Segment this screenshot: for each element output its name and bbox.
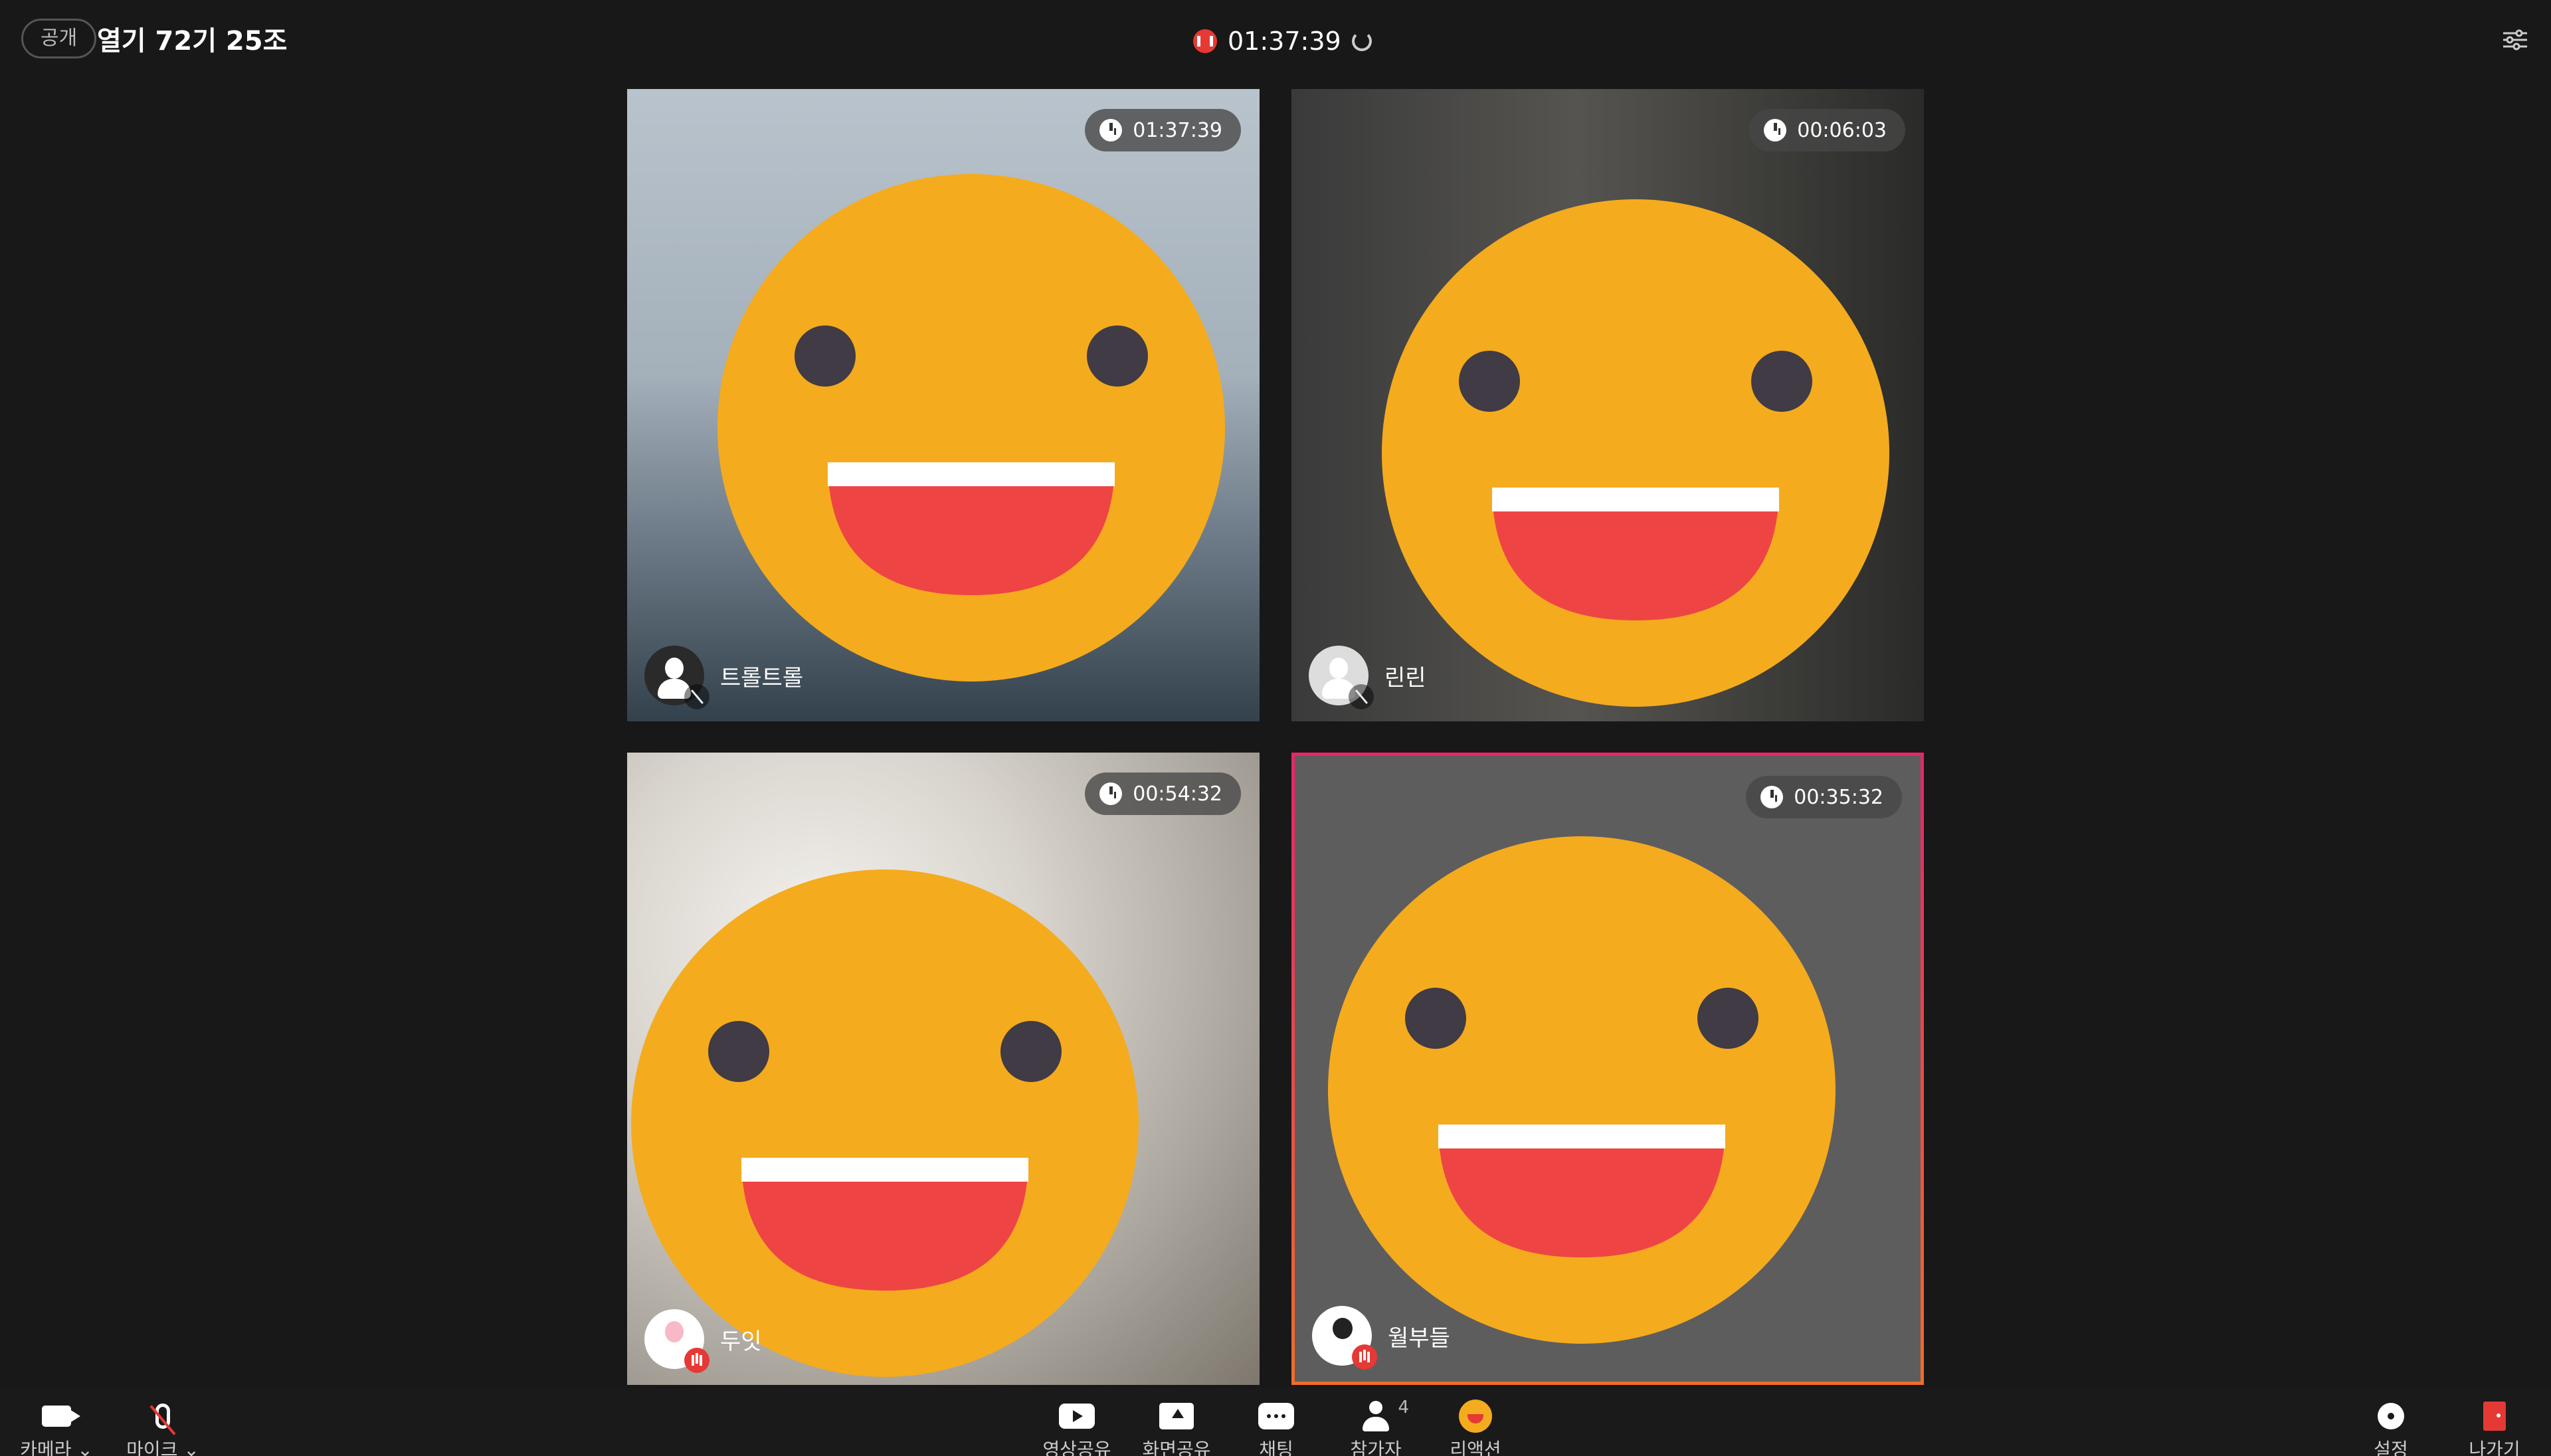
participant-timer-text: 00:54:32 — [1133, 782, 1222, 806]
play-icon — [1059, 1404, 1095, 1429]
camera-label: 카메라 ⌄ — [20, 1439, 93, 1456]
mic-muted-icon — [1349, 684, 1374, 709]
avatar-head-icon — [1333, 1318, 1353, 1339]
participant-timer: 00:54:32 — [1085, 773, 1241, 815]
settings-label: 설정 — [2374, 1439, 2408, 1456]
participant-timer-text: 00:06:03 — [1797, 118, 1887, 142]
camera-button[interactable]: 카메라 ⌄ — [7, 1399, 106, 1456]
leave-label: 나가기 — [2469, 1439, 2520, 1456]
clock-icon — [1099, 119, 1123, 141]
participant-timer: 01:37:39 — [1085, 109, 1241, 151]
participant-timer: 00:06:03 — [1749, 109, 1905, 151]
mic-off-icon — [155, 1404, 170, 1429]
exit-door-icon — [2483, 1402, 2506, 1431]
person-icon — [1360, 1401, 1392, 1431]
avatar-head-icon — [665, 658, 684, 679]
mic-muted-icon — [684, 684, 709, 709]
reaction-button[interactable]: 리액션 — [1426, 1399, 1525, 1456]
screen-share-label: 화면공유 — [1142, 1439, 1211, 1456]
sliders-icon[interactable] — [2502, 27, 2528, 53]
participant-tile-active[interactable]: 00:35:32 월부들 — [1291, 753, 1924, 1385]
participant-info: 린린 — [1309, 646, 1426, 709]
avatar — [644, 646, 709, 709]
participants-button[interactable]: 4 참가자 — [1326, 1398, 1426, 1456]
smiley-face-overlay — [1324, 832, 1840, 1348]
mic-label: 마이크 ⌄ — [126, 1439, 199, 1456]
video-share-label: 영상공유 — [1042, 1439, 1111, 1456]
participants-label: 참가자 — [1350, 1439, 1402, 1456]
top-bar: 공개 열기 72기 25조 01:37:39 — [0, 0, 2551, 83]
clock-icon — [1099, 782, 1123, 805]
participant-timer-text: 00:35:32 — [1794, 785, 1883, 809]
video-share-button[interactable]: 영상공유 — [1027, 1399, 1127, 1456]
participant-tile[interactable]: 00:06:03 린린 — [1291, 89, 1924, 721]
avatar — [644, 1309, 709, 1373]
chat-button[interactable]: 채팅 — [1226, 1399, 1326, 1456]
session-timer-text: 01:37:39 — [1228, 27, 1341, 56]
participant-tile[interactable]: 01:37:39 트롤트롤 — [627, 89, 1260, 721]
participant-info: 트롤트롤 — [644, 646, 804, 709]
session-timer: 01:37:39 — [1193, 23, 1372, 60]
participants-count: 4 — [1398, 1398, 1409, 1417]
room-title: 열기 72기 25조 — [97, 26, 288, 56]
mic-speaking-icon — [1352, 1344, 1377, 1370]
clock-icon — [1764, 119, 1787, 141]
reaction-label: 리액션 — [1450, 1439, 1501, 1456]
screen-share-icon — [1159, 1403, 1194, 1429]
chat-icon — [1258, 1403, 1294, 1429]
recording-pause-icon[interactable] — [1193, 29, 1217, 53]
mic-speaking-icon — [684, 1348, 709, 1373]
settings-button[interactable]: 설정 — [2341, 1399, 2441, 1456]
participant-name: 트롤트롤 — [720, 664, 804, 691]
laughing-emoji-icon — [1459, 1400, 1492, 1433]
screen-share-button[interactable]: 화면공유 — [1127, 1399, 1226, 1456]
bottom-toolbar: 카메라 ⌄ 마이크 ⌄ 영상공유 화면공유 채팅 4 참가자 리액션 설정 나가… — [0, 1388, 2551, 1456]
participant-name: 두잇 — [720, 1328, 762, 1355]
mic-button[interactable]: 마이크 ⌄ — [113, 1399, 213, 1456]
participant-tile[interactable]: 00:54:32 두잇 — [627, 753, 1260, 1385]
participant-name: 린린 — [1384, 664, 1426, 691]
avatar — [1309, 646, 1374, 709]
participant-info: 월부들 — [1312, 1306, 1450, 1370]
avatar-head-icon — [665, 1321, 684, 1342]
avatar — [1312, 1306, 1377, 1370]
smiley-face-overlay — [713, 170, 1229, 685]
avatar-head-icon — [1329, 658, 1348, 679]
participant-info: 두잇 — [644, 1309, 762, 1373]
smiley-face-overlay — [1378, 195, 1893, 711]
participant-timer-text: 01:37:39 — [1133, 118, 1222, 142]
chat-label: 채팅 — [1259, 1439, 1293, 1456]
refresh-icon[interactable] — [1351, 31, 1372, 51]
camera-icon — [42, 1406, 80, 1427]
clock-icon — [1760, 786, 1784, 808]
participant-timer: 00:35:32 — [1746, 776, 1902, 818]
participant-name: 월부들 — [1388, 1324, 1450, 1352]
smiley-face-overlay — [627, 865, 1143, 1381]
gear-icon — [2378, 1403, 2404, 1429]
leave-button[interactable]: 나가기 — [2445, 1399, 2544, 1456]
public-badge: 공개 — [21, 19, 97, 58]
